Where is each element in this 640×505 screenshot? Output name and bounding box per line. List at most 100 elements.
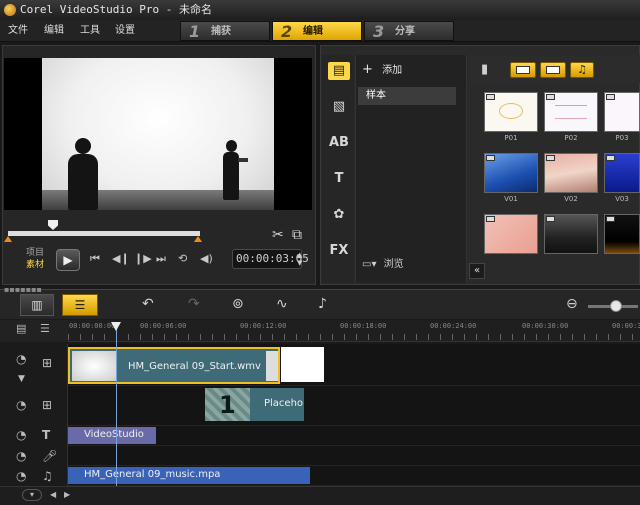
menu-edit[interactable]: 编辑 (44, 24, 64, 38)
undo-icon[interactable]: ↶ (142, 296, 154, 312)
folder-item-samples[interactable]: 样本 (358, 87, 456, 105)
folder-icon[interactable]: ▮ (481, 62, 488, 78)
thumbnail[interactable] (544, 214, 598, 254)
track-expand-icon[interactable]: ▼ (18, 372, 25, 386)
transition-icon[interactable]: ▧ (328, 98, 350, 116)
step-label: 分享 (395, 26, 415, 37)
video-tag-icon (606, 216, 615, 222)
show-photo-button[interactable] (540, 62, 566, 78)
overlay-thumbnail[interactable]: 1 (205, 388, 250, 421)
zoom-out-icon[interactable]: ⊖ (566, 296, 578, 312)
repeat-icon[interactable]: ⟲ (178, 252, 187, 266)
text-icon[interactable]: T (328, 170, 350, 188)
previous-frame-icon[interactable]: ◀❙ (112, 252, 130, 266)
thumbnail[interactable] (484, 153, 538, 193)
zoom-slider-knob[interactable] (610, 300, 622, 312)
thumbnail[interactable] (604, 92, 640, 132)
thumbnail[interactable] (544, 153, 598, 193)
auto-music-icon[interactable]: ♪ (318, 296, 327, 312)
tab-capture[interactable]: 1 捕获 (180, 21, 270, 41)
sound-mixer-icon[interactable]: ∿ (276, 296, 288, 312)
figure-right-body (223, 152, 239, 200)
title-track-icon: T (42, 428, 51, 442)
scissors-icon[interactable]: ✂ (272, 227, 284, 243)
go-to-start-icon[interactable]: ⏮ (90, 252, 100, 266)
go-to-end-icon[interactable]: ⏭ (156, 252, 166, 266)
ruler-tick-label: 00:00:18:00 (340, 322, 387, 330)
filter-icon[interactable]: FX (328, 242, 350, 260)
show-audio-button[interactable]: ♫ (570, 62, 594, 78)
track-visibility-icon[interactable]: ◔ (16, 428, 26, 442)
collapse-library-button[interactable]: « (469, 263, 485, 279)
track-visibility-icon[interactable]: ◔ (16, 352, 26, 366)
timeline-view-button[interactable]: ☰ (62, 294, 98, 316)
ruler-tick-label: 00:00:24:00 (430, 322, 477, 330)
thumbnail[interactable] (604, 153, 640, 193)
graphics-icon[interactable]: ✿ (328, 206, 350, 224)
next-frame-icon[interactable]: ❙▶ (134, 252, 152, 266)
title-icon[interactable]: AB (328, 134, 350, 152)
figure-right-head (226, 140, 237, 152)
fit-project-icon[interactable]: ▾ (22, 489, 42, 501)
menu-tools[interactable]: 工具 (80, 24, 100, 38)
play-mode-selector[interactable]: 项目 素材 (26, 247, 44, 271)
video-clip[interactable]: HM_General 09_Start.wmv (68, 347, 280, 384)
title-clip[interactable]: VideoStudio (68, 427, 156, 444)
track-visibility-icon[interactable]: ◔ (16, 449, 26, 463)
timeline-cursor[interactable] (116, 322, 117, 494)
thumbnail[interactable] (604, 214, 640, 254)
record-capture-icon[interactable]: ⊚ (232, 296, 244, 312)
show-video-button[interactable] (510, 62, 536, 78)
preview-window[interactable] (4, 58, 312, 210)
overlay-number: 1 (219, 391, 236, 419)
trim-start-handle[interactable] (4, 236, 12, 242)
menu-file[interactable]: 文件 (8, 24, 28, 38)
media-icon[interactable]: ▤ (328, 62, 350, 80)
timecode-display[interactable]: 00:00:03:05 (232, 249, 309, 269)
tab-share[interactable]: 3 分享 (364, 21, 454, 41)
ruler-tick-label: 00:00:06:00 (140, 322, 187, 330)
track-visibility-icon[interactable]: ◔ (16, 469, 26, 483)
overlay-clip[interactable]: Placeho (250, 388, 304, 421)
video-tag-icon (486, 216, 495, 222)
tab-edit[interactable]: 2 编辑 (272, 21, 362, 41)
overlay-track[interactable] (0, 386, 640, 426)
thumbnail-label: V01 (504, 195, 518, 203)
scroll-left-icon[interactable]: ◀ (50, 489, 56, 501)
figure-right-paper (238, 158, 248, 162)
voice-track[interactable] (0, 446, 640, 466)
music-track-icon: ♫ (42, 469, 53, 483)
music-clip[interactable]: HM_General 09_music.mpa (68, 467, 310, 484)
track-manager-icon[interactable]: ▤ (16, 323, 26, 335)
video-track-header (0, 344, 68, 386)
mode-clip-label[interactable]: 素材 (26, 259, 44, 271)
plus-icon: + (362, 62, 373, 77)
trim-end-handle[interactable] (194, 236, 202, 242)
play-button[interactable]: ▶ (56, 249, 80, 271)
browse-button[interactable]: ▭▾ 浏览 (362, 258, 404, 272)
copy-icon[interactable]: ⧉ (292, 227, 302, 243)
video-tag-icon (546, 155, 555, 161)
scrub-bar[interactable] (8, 231, 200, 236)
video-tag-icon (486, 155, 495, 161)
thumbnail[interactable] (484, 92, 538, 132)
add-folder-button[interactable]: + 添加 (362, 63, 402, 78)
redo-icon[interactable]: ↷ (188, 296, 200, 312)
volume-icon[interactable]: ◀) (200, 252, 213, 266)
track-header-toolbar (0, 320, 68, 342)
white-clip[interactable] (281, 347, 324, 382)
storyboard-view-button[interactable]: ▥ (20, 294, 54, 316)
photo-tag-icon (486, 94, 495, 100)
menu-settings[interactable]: 设置 (115, 24, 135, 38)
thumbnail[interactable] (544, 92, 598, 132)
track-visibility-icon[interactable]: ◔ (16, 398, 26, 412)
thumbnail[interactable] (484, 214, 538, 254)
timecode-spinner[interactable]: ▲ ▼ (297, 251, 302, 267)
video-tag-icon (606, 155, 615, 161)
panel-grip[interactable]: ▪▪▪▪▪▪▪ (4, 286, 42, 294)
scroll-right-icon[interactable]: ▶ (64, 489, 70, 501)
mode-project-label[interactable]: 项目 (26, 247, 44, 259)
preview-frame-image (42, 58, 274, 210)
chapter-icon[interactable]: ☰ (40, 323, 50, 335)
photo-tag-icon (606, 94, 615, 100)
